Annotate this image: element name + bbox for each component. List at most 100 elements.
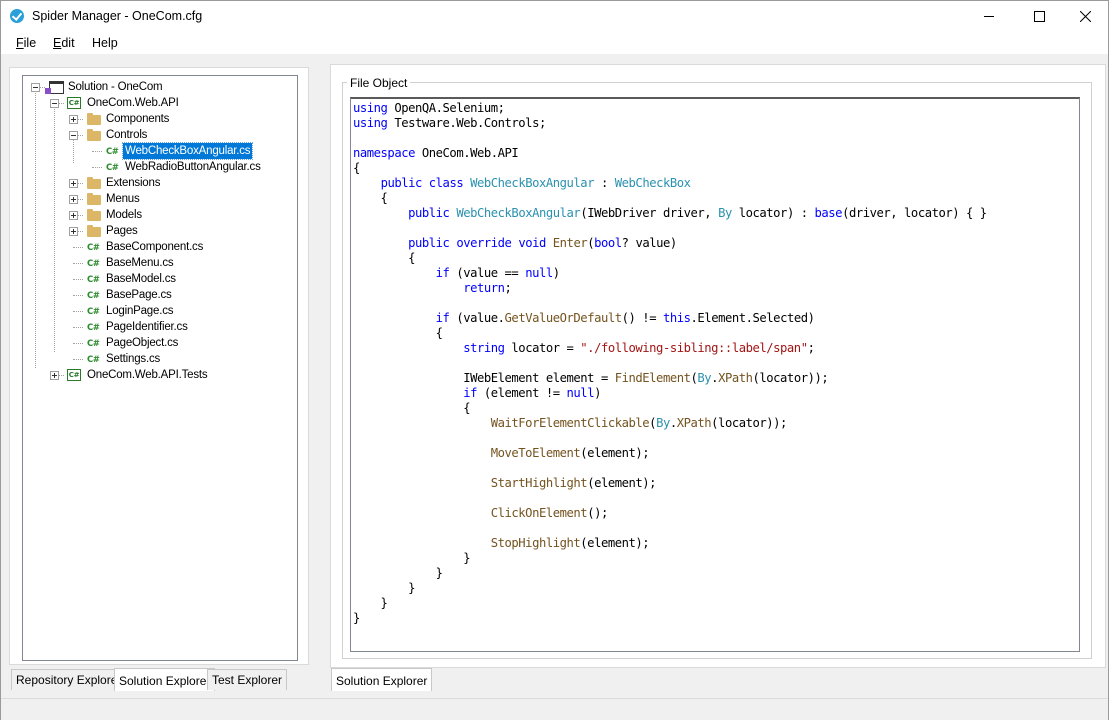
tree-node[interactable]: Models <box>23 207 293 223</box>
tree-node[interactable]: Extensions <box>23 175 293 191</box>
minimize-icon <box>984 16 994 17</box>
tree-node[interactable]: C# OneCom.Web.API.Tests <box>23 367 293 383</box>
maximize-button[interactable] <box>1016 1 1062 32</box>
tab-solution-explorer[interactable]: Solution Explorer <box>114 668 216 691</box>
tree-node[interactable]: C# LoginPage.cs <box>23 303 293 319</box>
tab-solution-explorer-right[interactable]: Solution Explorer <box>331 668 433 691</box>
tree-node[interactable]: C# PageIdentifier.cs <box>23 319 293 335</box>
solution-icon <box>45 81 64 94</box>
csharp-file-icon: C# <box>106 147 119 157</box>
menu-file[interactable]: File <box>16 36 36 50</box>
code-token: { <box>353 326 443 340</box>
code-token: if <box>435 311 450 325</box>
code-line: { <box>353 401 987 416</box>
tree-node[interactable]: C# BaseComponent.cs <box>23 239 293 255</box>
tree-node-label: WebCheckBoxAngular.cs <box>121 142 254 160</box>
expand-icon[interactable] <box>69 115 78 124</box>
code-token: void <box>518 236 546 250</box>
tree-node[interactable]: C# BaseModel.cs <box>23 271 293 287</box>
maximize-icon <box>1034 11 1045 22</box>
tree-node[interactable]: C# BasePage.cs <box>23 287 293 303</box>
tab-test-explorer[interactable]: Test Explorer <box>207 669 288 690</box>
close-button[interactable] <box>1062 1 1108 32</box>
code-line: { <box>353 161 987 176</box>
code-token: override <box>456 236 512 250</box>
collapse-icon[interactable] <box>69 131 78 140</box>
expand-icon[interactable] <box>69 195 78 204</box>
tree-node[interactable]: C# BaseMenu.cs <box>23 255 293 271</box>
code-token: ) <box>594 386 601 400</box>
code-line: } <box>353 551 987 566</box>
code-token: IWebElement element = <box>353 371 615 385</box>
folder-icon <box>87 113 101 125</box>
tree-node[interactable]: C# PageObject.cs <box>23 335 293 351</box>
tree-node-label: Models <box>106 209 142 221</box>
code-token: ? value) <box>621 236 678 250</box>
expand-icon[interactable] <box>69 179 78 188</box>
code-line: MoveToElement(element); <box>353 446 987 461</box>
tree-node[interactable]: Menus <box>23 191 293 207</box>
code-token: namespace <box>353 146 415 160</box>
tree-node[interactable]: C# WebRadioButtonAngular.cs <box>23 159 293 175</box>
solution-tree[interactable]: Solution - OneCom C# OneCom.Web.API Compone… <box>22 75 298 661</box>
menu-edit[interactable]: Edit <box>53 36 75 50</box>
tree-node-label: BasePage.cs <box>106 289 172 301</box>
code-token: ) <box>552 266 560 280</box>
title-bar[interactable]: Spider Manager - OneCom.cfg <box>1 1 1108 32</box>
code-token: (element != <box>476 386 567 400</box>
code-token: (value == <box>449 266 526 280</box>
code-token: WebCheckBoxAngular <box>456 206 581 220</box>
folder-icon <box>87 225 101 237</box>
tree-node[interactable]: Pages <box>23 223 293 239</box>
collapse-icon[interactable] <box>50 99 59 108</box>
expand-icon[interactable] <box>69 227 78 236</box>
tree-connector <box>73 247 83 248</box>
tree-node-label: BaseModel.cs <box>106 273 176 285</box>
tree-node[interactable]: C# WebCheckBoxAngular.cs <box>23 142 293 160</box>
menu-help[interactable]: Help <box>92 36 118 50</box>
folder-icon <box>87 177 101 189</box>
tree-node[interactable]: Components <box>23 111 293 127</box>
code-token: using <box>353 101 388 115</box>
expand-icon[interactable] <box>50 371 59 380</box>
tree-node-label: Menus <box>106 193 140 205</box>
code-token: (driver, locator) { } <box>842 206 987 220</box>
csharp-file-icon: C# <box>87 307 100 317</box>
code-token: . <box>669 416 677 430</box>
tree-node-label: PageIdentifier.cs <box>106 321 188 333</box>
code-token: WebCheckBoxAngular <box>470 176 595 190</box>
code-line: { <box>353 251 987 266</box>
csharp-file-icon: C# <box>87 259 100 269</box>
code-token: Enter <box>552 236 588 250</box>
tree-node[interactable]: C# Settings.cs <box>23 351 293 367</box>
csharp-file-icon: C# <box>87 275 100 285</box>
minimize-button[interactable] <box>966 1 1012 32</box>
code-line: using Testware.Web.Controls; <box>353 116 987 131</box>
code-editor[interactable]: using OpenQA.Selenium; using Testware.Web… <box>350 97 1080 652</box>
tree-node-label: OneCom.Web.API.Tests <box>87 369 208 381</box>
code-token: (element); <box>587 476 657 490</box>
tab-repository-explorer[interactable]: Repository Explorer <box>11 669 127 690</box>
code-token: { <box>353 191 388 205</box>
code-token: if <box>435 266 450 280</box>
code-line: StopHighlight(element); <box>353 536 987 551</box>
code-line: { <box>353 191 987 206</box>
code-line: WaitForElementClickable(By.XPath(locator… <box>353 416 987 431</box>
tree-node-label: Extensions <box>106 177 161 189</box>
tree-node[interactable]: Solution - OneCom <box>23 79 293 95</box>
code-token: { <box>353 161 360 175</box>
tree-node[interactable]: Controls <box>23 127 293 143</box>
folder-icon <box>87 193 101 205</box>
code-line: return; <box>353 281 987 296</box>
csharp-file-icon: C# <box>106 163 119 173</box>
expand-icon[interactable] <box>69 211 78 220</box>
code-token: "./following-sibling::label/span" <box>580 341 808 355</box>
tree-node[interactable]: C# OneCom.Web.API <box>23 95 293 111</box>
collapse-icon[interactable] <box>31 83 40 92</box>
tree-node-label: Solution - OneCom <box>68 81 163 93</box>
